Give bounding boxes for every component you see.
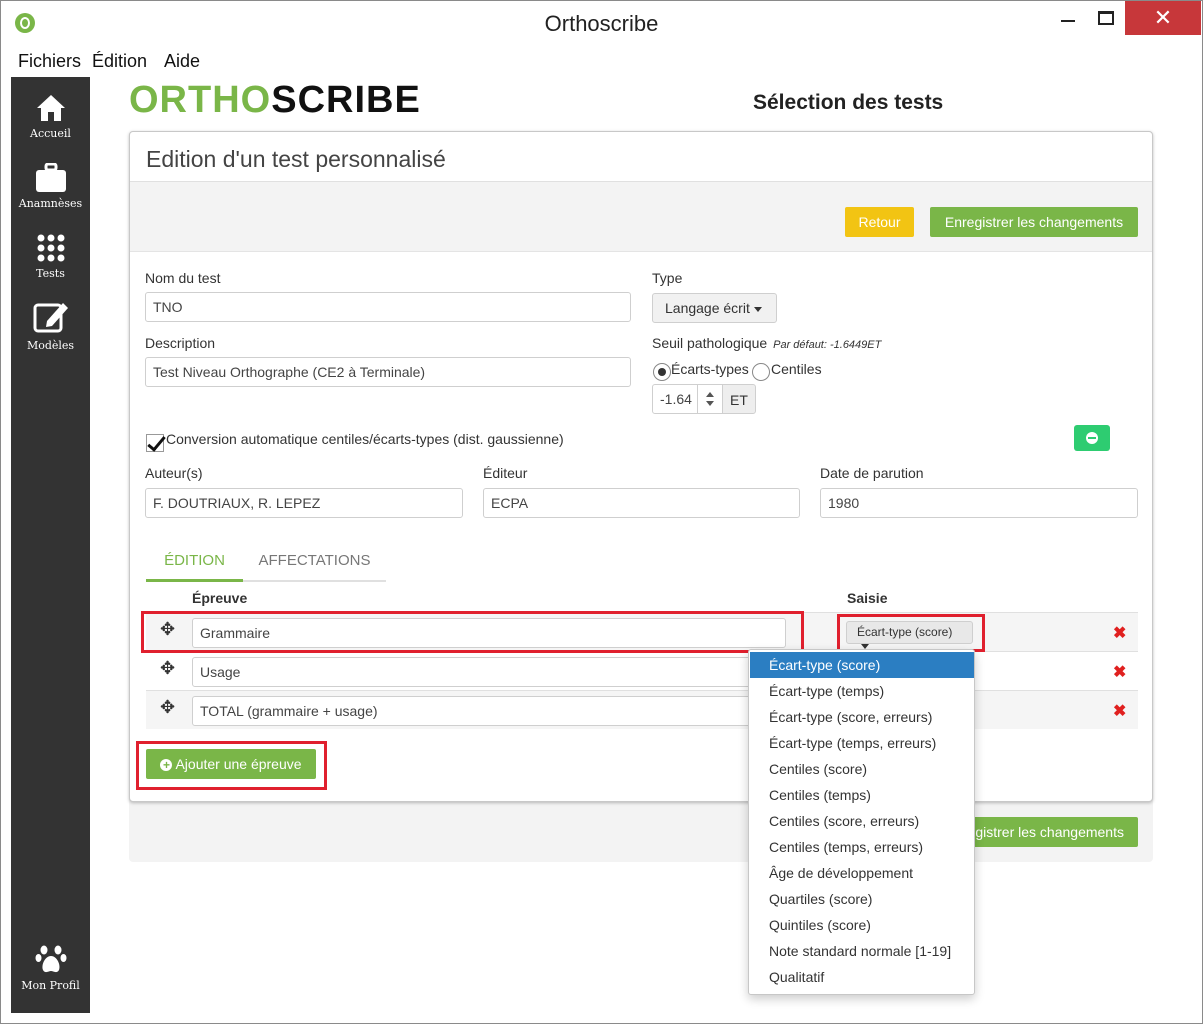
- briefcase-icon: [35, 163, 66, 192]
- table-row: ✥ TOTAL (grammaire + usage) ✖: [146, 690, 1138, 729]
- saisie-dropdown-menu: Écart-type (score) Écart-type (temps) Éc…: [748, 649, 975, 995]
- threshold-input[interactable]: -1.64: [652, 384, 698, 414]
- tab-edition[interactable]: ÉDITION: [146, 552, 243, 569]
- delete-icon[interactable]: ✖: [1113, 623, 1126, 643]
- card-toolbar: Retour Enregistrer les changements: [130, 182, 1152, 252]
- save-changes-button[interactable]: Enregistrer les changements: [930, 207, 1138, 237]
- sidebar: Accueil Anamnèses Tests Modèles Mon Prof…: [11, 77, 90, 1013]
- threshold-unit-addon: ET: [722, 384, 756, 414]
- test-name-input[interactable]: TNO: [145, 292, 631, 322]
- minimize-icon: [1061, 20, 1075, 22]
- saisie-option[interactable]: Centiles (temps, erreurs): [750, 834, 974, 860]
- sidebar-item-label: Anamnèses: [18, 197, 83, 210]
- saisie-option[interactable]: Centiles (score): [750, 756, 974, 782]
- highlight-box-saisie: [837, 614, 985, 652]
- type-label: Type: [652, 270, 683, 286]
- highlight-box-add: [136, 741, 327, 790]
- stepper-arrows-icon: [706, 392, 714, 406]
- sidebar-item-accueil[interactable]: Accueil: [11, 93, 90, 140]
- conversion-label: Conversion automatique centiles/écarts-t…: [166, 431, 564, 447]
- tab-active-indicator: [146, 579, 243, 582]
- saisie-option[interactable]: Centiles (temps): [750, 782, 974, 808]
- orthoscribe-logo: ORTHOSCRIBE: [129, 79, 421, 122]
- remove-conversion-button[interactable]: [1074, 425, 1110, 451]
- conversion-checkbox[interactable]: [146, 434, 164, 452]
- epreuve-input[interactable]: TOTAL (grammaire + usage): [192, 696, 786, 726]
- home-icon: [36, 95, 65, 121]
- sidebar-item-label: Modèles: [26, 339, 75, 352]
- delete-icon[interactable]: ✖: [1113, 701, 1126, 721]
- sidebar-item-modeles[interactable]: Modèles: [11, 299, 90, 352]
- title-bar[interactable]: Orthoscribe ✕: [1, 1, 1202, 45]
- edit-test-card: Edition d'un test personnalisé Retour En…: [129, 131, 1153, 802]
- tab-affectations[interactable]: AFFECTATIONS: [243, 552, 386, 569]
- type-dropdown-value: Langage écrit: [665, 300, 750, 316]
- radio-centiles-label: Centiles: [771, 361, 822, 377]
- saisie-option[interactable]: Qualitatif: [750, 964, 974, 990]
- saisie-option[interactable]: Note standard normale [1-19]: [750, 938, 974, 964]
- saisie-option[interactable]: Centiles (score, erreurs): [750, 808, 974, 834]
- caret-down-icon: [753, 306, 762, 312]
- saisie-option[interactable]: Âge de développement: [750, 860, 974, 886]
- threshold-default-note: Par défaut: -1.6449ET: [773, 339, 882, 351]
- test-name-label: Nom du test: [145, 270, 221, 286]
- menu-fichiers[interactable]: Fichiers: [18, 51, 81, 72]
- drag-handle-icon[interactable]: ✥: [160, 697, 175, 718]
- paw-icon: [35, 945, 66, 973]
- page-title: Sélection des tests: [753, 91, 944, 114]
- edit-icon: [33, 303, 68, 333]
- sidebar-item-label: Tests: [36, 267, 65, 280]
- sidebar-item-anamneses[interactable]: Anamnèses: [11, 163, 90, 210]
- radio-centiles[interactable]: [752, 363, 770, 381]
- column-epreuve: Épreuve: [192, 590, 248, 606]
- maximize-icon: [1098, 11, 1114, 25]
- saisie-option[interactable]: Quartiles (score): [750, 886, 974, 912]
- minus-circle-icon: [1086, 432, 1098, 444]
- maximize-button[interactable]: [1083, 1, 1129, 35]
- saisie-option[interactable]: Quintiles (score): [750, 912, 974, 938]
- sidebar-item-label: Mon Profil: [21, 979, 80, 992]
- date-label: Date de parution: [820, 465, 924, 481]
- menu-aide[interactable]: Aide: [164, 51, 200, 72]
- type-dropdown[interactable]: Langage écrit: [652, 293, 777, 323]
- threshold-label: Seuil pathologique Par défaut: -1.6449ET: [652, 335, 881, 351]
- highlight-box-grammaire: [141, 611, 804, 653]
- menu-bar: Fichiers Édition Aide: [1, 45, 1202, 77]
- logo-part-scribe: SCRIBE: [271, 79, 421, 121]
- saisie-option[interactable]: Écart-type (temps, erreurs): [750, 730, 974, 756]
- sidebar-item-mon-profil[interactable]: Mon Profil: [11, 943, 90, 992]
- threshold-stepper[interactable]: [697, 384, 723, 414]
- saisie-option[interactable]: Écart-type (score, erreurs): [750, 704, 974, 730]
- save-changes-button-bottom[interactable]: gistrer les changements: [965, 817, 1138, 847]
- author-input[interactable]: F. DOUTRIAUX, R. LEPEZ: [145, 488, 463, 518]
- card-title: Edition d'un test personnalisé: [146, 146, 446, 172]
- saisie-option[interactable]: Écart-type (score): [750, 652, 974, 678]
- sidebar-item-tests[interactable]: Tests: [11, 233, 90, 280]
- description-input[interactable]: Test Niveau Orthographe (CE2 à Terminale…: [145, 357, 631, 387]
- epreuve-input[interactable]: Usage: [192, 657, 786, 687]
- date-input[interactable]: 1980: [820, 488, 1138, 518]
- radio-ecarts-types-label: Écarts-types: [671, 361, 749, 377]
- radio-ecarts-types[interactable]: [653, 363, 671, 381]
- grid-icon: [37, 234, 64, 262]
- table-row: ✥ Usage ✖: [146, 651, 1138, 690]
- publisher-input[interactable]: ECPA: [483, 488, 800, 518]
- close-icon: ✕: [1153, 5, 1173, 30]
- menu-edition[interactable]: Édition: [92, 51, 147, 72]
- delete-icon[interactable]: ✖: [1113, 662, 1126, 682]
- close-button[interactable]: ✕: [1125, 1, 1201, 35]
- description-label: Description: [145, 335, 216, 351]
- logo-part-ortho: ORTHO: [129, 79, 272, 121]
- window-title: Orthoscribe: [544, 11, 659, 36]
- app-window: Orthoscribe ✕ Fichiers Édition Aide Accu…: [0, 0, 1203, 1024]
- threshold-label-text: Seuil pathologique: [652, 335, 768, 351]
- back-button[interactable]: Retour: [845, 207, 914, 237]
- author-label: Auteur(s): [145, 465, 203, 481]
- column-saisie: Saisie: [847, 590, 888, 606]
- publisher-label: Éditeur: [483, 465, 528, 481]
- tab-underline: [243, 580, 386, 582]
- drag-handle-icon[interactable]: ✥: [160, 658, 175, 679]
- saisie-option[interactable]: Écart-type (temps): [750, 678, 974, 704]
- sidebar-item-label: Accueil: [30, 127, 71, 140]
